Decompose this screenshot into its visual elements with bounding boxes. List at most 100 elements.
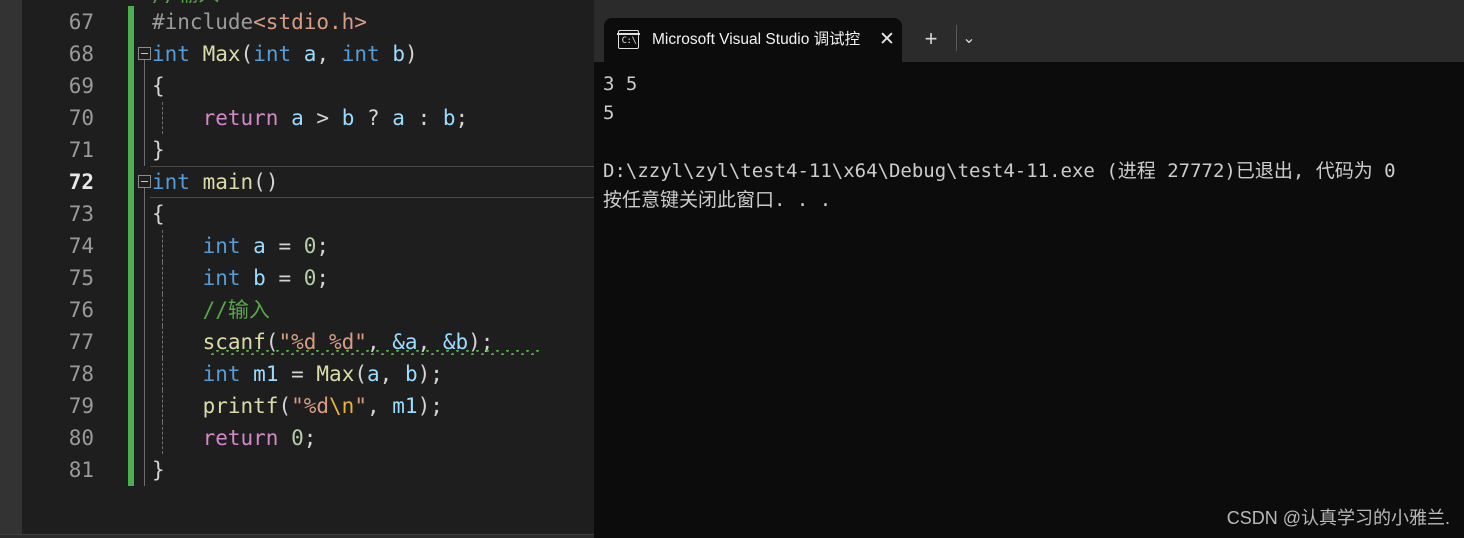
code-token: ( bbox=[240, 42, 254, 66]
chevron-down-icon[interactable]: ⌄ bbox=[954, 24, 984, 54]
code-text: //输入 bbox=[152, 294, 270, 326]
line-number: 73 bbox=[68, 202, 94, 226]
terminal-tab-title: Microsoft Visual Studio 调试控 bbox=[652, 31, 861, 48]
error-squiggle-underline bbox=[210, 350, 540, 355]
code-token: b bbox=[404, 362, 418, 386]
code-token: \n bbox=[329, 394, 355, 418]
code-text: } bbox=[152, 134, 165, 166]
terminal-output-line: 3 5 bbox=[603, 73, 638, 95]
code-line[interactable]: 75 int b = 0; bbox=[0, 262, 594, 294]
code-token: , bbox=[366, 394, 393, 418]
terminal-window[interactable]: C:\ Microsoft Visual Studio 调试控 ✕ + ⌄ 3 … bbox=[594, 0, 1464, 538]
terminal-tab-active[interactable]: C:\ Microsoft Visual Studio 调试控 ✕ bbox=[604, 18, 902, 62]
scope-guide-line bbox=[144, 326, 145, 358]
code-line[interactable]: 70 return a > b ? a : b; bbox=[0, 102, 594, 134]
code-bracket-guide bbox=[154, 0, 165, 2]
change-indicator-bar bbox=[128, 102, 134, 134]
code-token: b bbox=[392, 42, 405, 66]
code-token: b bbox=[253, 266, 266, 290]
change-indicator-bar bbox=[128, 358, 134, 390]
terminal-tab-bar[interactable]: C:\ Microsoft Visual Studio 调试控 ✕ + ⌄ bbox=[594, 0, 1464, 62]
line-number: 67 bbox=[68, 10, 94, 34]
code-token: //输入 bbox=[202, 298, 270, 322]
line-number: 74 bbox=[68, 234, 94, 258]
code-token: " bbox=[354, 394, 367, 418]
line-number: 76 bbox=[68, 298, 94, 322]
code-token: #include bbox=[152, 10, 254, 34]
code-token: Max bbox=[202, 42, 241, 66]
editor-bottom-border bbox=[0, 534, 594, 538]
scope-guide-line bbox=[144, 358, 145, 390]
code-token: ( bbox=[278, 394, 292, 418]
collapse-toggle-icon[interactable] bbox=[138, 47, 151, 60]
code-line[interactable]: 67 #include<stdio.h> bbox=[0, 6, 594, 38]
code-token: { bbox=[152, 74, 165, 98]
line-number: 70 bbox=[68, 106, 94, 130]
code-token: int bbox=[202, 362, 241, 386]
code-token: 0 bbox=[303, 266, 317, 290]
code-line[interactable]: 71} bbox=[0, 134, 594, 166]
code-token: int bbox=[202, 234, 241, 258]
code-token: a bbox=[303, 42, 317, 66]
code-line[interactable]: 68 int Max(int a, int b) bbox=[0, 38, 594, 70]
code-line[interactable]: 79 printf("%d\n", m1); bbox=[0, 390, 594, 422]
code-token: = bbox=[265, 266, 304, 290]
code-line[interactable]: 69 { bbox=[0, 70, 594, 102]
code-token: , bbox=[316, 42, 342, 66]
code-text: { bbox=[152, 70, 165, 102]
console-icon-label: C:\ bbox=[621, 35, 637, 46]
code-text: return a > b ? a : b; bbox=[152, 102, 469, 134]
code-line[interactable]: 80 return 0; bbox=[0, 422, 594, 454]
code-line[interactable]: 81} bbox=[0, 454, 594, 486]
scope-guide-line bbox=[144, 134, 145, 166]
code-token: a bbox=[367, 362, 380, 386]
code-token: ); bbox=[417, 362, 443, 386]
terminal-output-area[interactable]: 3 5 5 D:\zzyl\zyl\test4-11\x64\Debug\test4… bbox=[594, 62, 1464, 538]
change-indicator-bar bbox=[128, 262, 134, 294]
code-token: 0 bbox=[303, 234, 317, 258]
code-token: } bbox=[152, 138, 165, 162]
code-token: ) bbox=[404, 42, 418, 66]
code-editor-pane[interactable]: //输入 67 #include<stdio.h> 68 int Max(int a, … bbox=[0, 0, 594, 538]
code-token: = bbox=[278, 362, 317, 386]
terminal-output-line: 5 bbox=[603, 102, 615, 124]
change-indicator-bar bbox=[128, 198, 134, 230]
line-number: 79 bbox=[68, 394, 94, 418]
change-indicator-bar bbox=[128, 326, 134, 358]
close-icon[interactable]: ✕ bbox=[872, 18, 902, 62]
code-line[interactable]: 73 { bbox=[0, 198, 594, 230]
code-text: return 0; bbox=[152, 422, 317, 454]
scope-guide-line bbox=[144, 262, 145, 294]
code-line[interactable]: 78 int m1 = Max(a, b); bbox=[0, 358, 594, 390]
change-indicator-bar bbox=[128, 294, 134, 326]
new-tab-button[interactable]: + bbox=[914, 22, 948, 56]
scope-guide-line bbox=[144, 454, 145, 486]
code-token: return bbox=[202, 426, 279, 450]
watermark-text: CSDN @认真学习的小雅兰. bbox=[1226, 508, 1450, 528]
code-token: } bbox=[152, 458, 165, 482]
line-number: 78 bbox=[68, 362, 94, 386]
scope-guide-line bbox=[144, 188, 145, 198]
change-indicator-bar bbox=[128, 6, 134, 38]
code-line[interactable]: 76 //输入 bbox=[0, 294, 594, 326]
change-indicator-bar bbox=[128, 166, 134, 198]
change-indicator-bar bbox=[128, 422, 134, 454]
code-line[interactable]: 74 int a = 0; bbox=[0, 230, 594, 262]
code-token: ; bbox=[316, 266, 330, 290]
collapse-toggle-icon[interactable] bbox=[138, 175, 151, 188]
code-text: } bbox=[152, 454, 165, 486]
code-token: : bbox=[404, 106, 443, 130]
scope-guide-line bbox=[144, 390, 145, 422]
code-line[interactable]: 77 scanf("%d %d", &a, &b); bbox=[0, 326, 594, 358]
code-line[interactable]: 72 int main() bbox=[0, 166, 594, 198]
scope-guide-line bbox=[144, 294, 145, 326]
line-number: 80 bbox=[68, 426, 94, 450]
line-number: 71 bbox=[68, 138, 94, 162]
